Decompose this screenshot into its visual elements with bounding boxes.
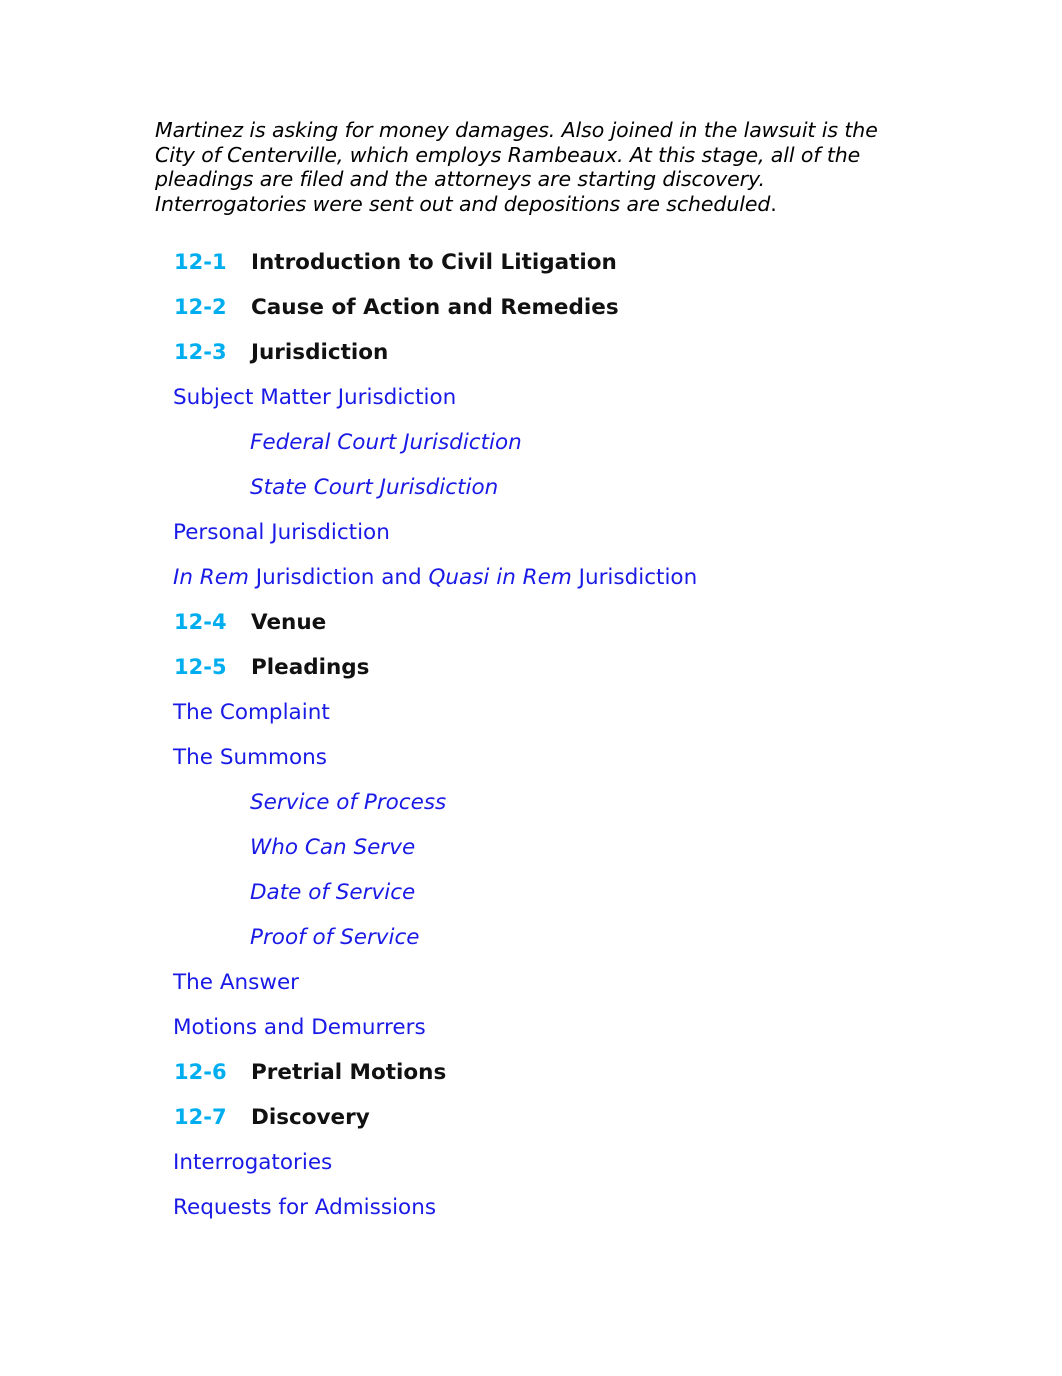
toc-entry-label: The Answer (173, 970, 300, 995)
intro-paragraph-period: . (770, 191, 777, 216)
intro-paragraph: Martinez is asking for money damages. Al… (155, 118, 907, 216)
toc-subsection-link[interactable]: Motions and Demurrers (155, 1005, 945, 1050)
toc-subsection-link[interactable]: Subject Matter Jurisdiction (155, 375, 945, 420)
toc-section-number: 12-6 (174, 1060, 227, 1084)
toc-italic-term: In Rem (173, 565, 249, 590)
toc-section-title: Pleadings (251, 655, 370, 680)
toc-subsection-link[interactable]: The Answer (155, 960, 945, 1005)
toc-entry-label: Requests for Admissions (173, 1195, 437, 1220)
toc-section-12-3: 12-3 Jurisdiction (155, 330, 945, 375)
toc-section-title: Pretrial Motions (251, 1060, 447, 1085)
toc-subsection-link[interactable]: Interrogatories (155, 1140, 945, 1185)
toc-section-12-4: 12-4 Venue (155, 600, 945, 645)
toc-section-number: 12-1 (174, 250, 227, 274)
toc-entry-label: Federal Court Jurisdiction (250, 430, 522, 455)
toc-section-title: Cause of Action and Remedies (251, 295, 619, 320)
toc-subsubsection-link[interactable]: Date of Service (155, 870, 945, 915)
toc-entry-label: Personal Jurisdiction (173, 520, 390, 545)
table-of-contents: 12-1 Introduction to Civil Litigation 12-2… (155, 240, 945, 1230)
toc-subsubsection-link[interactable]: Federal Court Jurisdiction (155, 420, 945, 465)
toc-entry-label: The Summons (173, 745, 327, 770)
toc-section-title: Venue (251, 610, 327, 635)
toc-entry-label: Proof of Service (250, 925, 420, 950)
toc-subsubsection-link[interactable]: Proof of Service (155, 915, 945, 960)
toc-section-number: 12-2 (174, 295, 227, 319)
toc-entry-label: Interrogatories (173, 1150, 333, 1175)
toc-plain-term: Jurisdiction (571, 565, 698, 590)
toc-entry-label: Subject Matter Jurisdiction (173, 385, 457, 410)
toc-entry-label: Date of Service (250, 880, 416, 905)
toc-entry-label: Motions and Demurrers (173, 1015, 426, 1040)
toc-subsubsection-link[interactable]: Who Can Serve (155, 825, 945, 870)
document-page: Martinez is asking for money damages. Al… (0, 0, 1062, 1376)
toc-subsection-link[interactable]: The Complaint (155, 690, 945, 735)
toc-section-number: 12-3 (174, 340, 227, 364)
toc-section-12-6: 12-6 Pretrial Motions (155, 1050, 945, 1095)
toc-plain-term: Jurisdiction and (248, 565, 429, 590)
toc-italic-term: Quasi in Rem (428, 565, 572, 590)
toc-subsubsection-link[interactable]: State Court Jurisdiction (155, 465, 945, 510)
toc-entry-label: Who Can Serve (250, 835, 416, 860)
toc-subsubsection-link[interactable]: Service of Process (155, 780, 945, 825)
toc-subsection-link[interactable]: Requests for Admissions (155, 1185, 945, 1230)
toc-section-12-5: 12-5 Pleadings (155, 645, 945, 690)
toc-section-number: 12-5 (174, 655, 227, 679)
toc-section-12-2: 12-2 Cause of Action and Remedies (155, 285, 945, 330)
toc-section-title: Jurisdiction (251, 340, 389, 365)
toc-subsection-link[interactable]: In Rem Jurisdiction and Quasi in Rem Jur… (155, 555, 945, 600)
toc-entry-label: The Complaint (173, 700, 330, 725)
toc-section-title: Discovery (251, 1105, 370, 1130)
toc-section-number: 12-7 (174, 1105, 227, 1129)
toc-section-title: Introduction to Civil Litigation (251, 250, 617, 275)
document-content: Martinez is asking for money damages. Al… (155, 118, 945, 1230)
toc-section-12-7: 12-7 Discovery (155, 1095, 945, 1140)
toc-subsection-link[interactable]: Personal Jurisdiction (155, 510, 945, 555)
toc-subsection-link[interactable]: The Summons (155, 735, 945, 780)
toc-entry-label: Service of Process (250, 790, 447, 815)
toc-entry-label: State Court Jurisdiction (250, 475, 499, 500)
toc-section-number: 12-4 (174, 610, 227, 634)
toc-section-12-1: 12-1 Introduction to Civil Litigation (155, 240, 945, 285)
